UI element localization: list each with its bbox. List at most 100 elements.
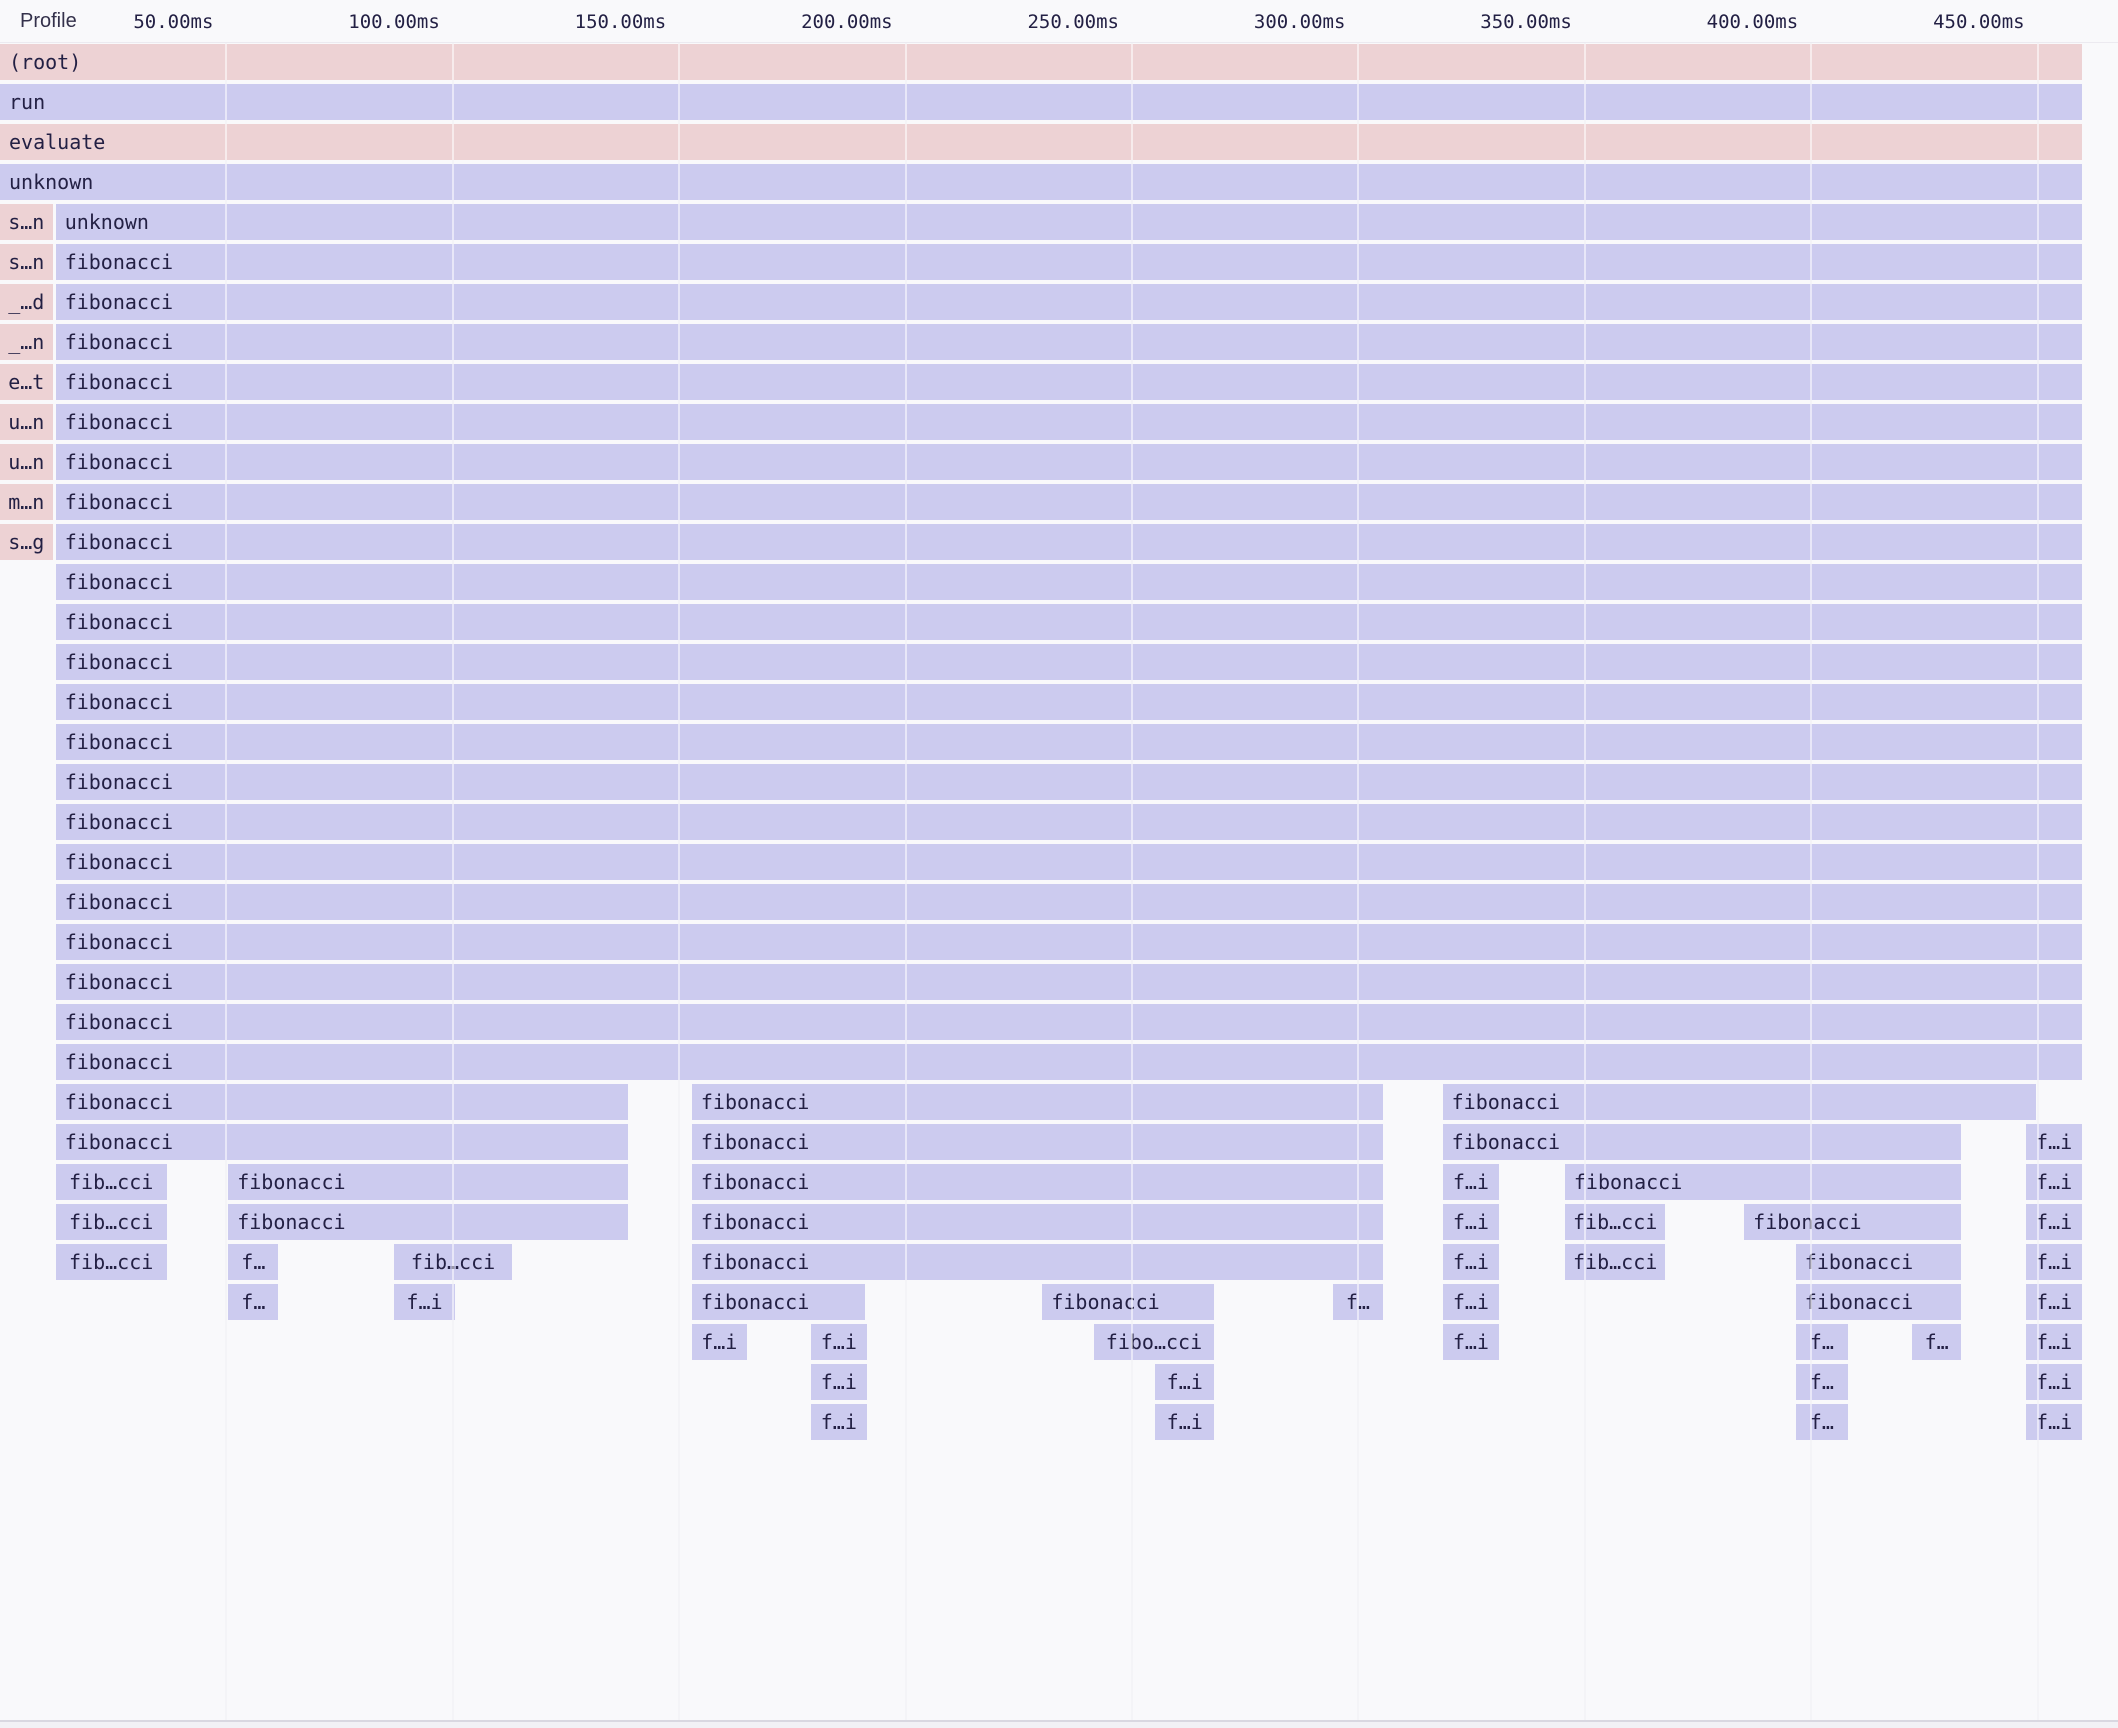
time-tick-label: 200.00ms (801, 0, 893, 42)
flame-frame[interactable]: evaluate (0, 124, 2082, 160)
flame-frame[interactable]: f…i (1155, 1364, 1214, 1400)
time-gridline-overlay (1584, 42, 1586, 1722)
flame-frame[interactable]: fibonacci (56, 964, 2083, 1000)
time-gridline-overlay (2037, 42, 2039, 1722)
flame-frame[interactable]: fibonacci (56, 564, 2083, 600)
flame-frame[interactable]: f…i (692, 1324, 747, 1360)
flame-frame[interactable]: fibonacci (56, 364, 2083, 400)
flame-frame[interactable]: fibonacci (56, 244, 2083, 280)
flame-frame[interactable]: fibonacci (692, 1084, 1383, 1120)
flame-frame[interactable]: f…i (811, 1364, 867, 1400)
flame-frame[interactable]: f…i (1443, 1324, 1500, 1360)
flame-frame[interactable]: fibonacci (56, 404, 2083, 440)
time-gridline-overlay (452, 42, 454, 1722)
flame-frame[interactable]: fibonacci (56, 444, 2083, 480)
flame-frame[interactable]: _…d (0, 284, 53, 320)
flame-frame[interactable]: f…i (1155, 1404, 1214, 1440)
flame-frame[interactable]: m…n (0, 484, 53, 520)
flame-frame[interactable]: f…i (2026, 1204, 2083, 1240)
flame-frame[interactable]: f…i (2026, 1164, 2083, 1200)
flame-frame[interactable]: f…i (1443, 1244, 1500, 1280)
flame-frame[interactable]: fibonacci (56, 1084, 629, 1120)
flame-frame[interactable]: fibonacci (692, 1244, 1383, 1280)
toolbar: Profile 50.00ms100.00ms150.00ms200.00ms2… (0, 0, 2118, 43)
flame-frame[interactable]: f…i (2026, 1284, 2083, 1320)
tab-profile[interactable]: Profile (20, 0, 77, 42)
flame-frame[interactable]: fibonacci (1042, 1284, 1214, 1320)
flame-frame[interactable]: unknown (0, 164, 2082, 200)
flame-frame[interactable]: fib…cci (56, 1204, 167, 1240)
flame-frame[interactable]: f…i (1443, 1204, 1500, 1240)
flame-frame[interactable]: fibonacci (1443, 1124, 1961, 1160)
flame-frame[interactable]: f… (1796, 1324, 1848, 1360)
flame-frame[interactable]: fibonacci (56, 844, 2083, 880)
flame-frame[interactable]: f…i (394, 1284, 455, 1320)
flame-frame[interactable]: u…n (0, 404, 53, 440)
time-tick-label: 300.00ms (1254, 0, 1346, 42)
flame-frame[interactable]: (root) (0, 44, 2082, 80)
time-tick-label: 450.00ms (1933, 0, 2025, 42)
flame-frame[interactable]: f… (1912, 1324, 1961, 1360)
flame-frame[interactable]: fibonacci (56, 324, 2083, 360)
flame-frame[interactable]: fib…cci (56, 1244, 167, 1280)
flame-frame[interactable]: fibonacci (56, 1004, 2083, 1040)
flame-frame[interactable]: f…i (2026, 1404, 2083, 1440)
flame-frame[interactable]: e…t (0, 364, 53, 400)
flame-frame[interactable]: fibo…cci (1094, 1324, 1215, 1360)
flame-frame[interactable]: s…n (0, 244, 53, 280)
flame-frame[interactable]: fibonacci (56, 644, 2083, 680)
flame-frame[interactable]: run (0, 84, 2082, 120)
flame-frame[interactable]: unknown (56, 204, 2083, 240)
flame-frame[interactable]: f… (1796, 1364, 1848, 1400)
time-gridline-overlay (1357, 42, 1359, 1722)
flame-frame[interactable]: f…i (2026, 1324, 2083, 1360)
time-gridline-overlay (905, 42, 907, 1722)
flame-frame[interactable]: fibonacci (692, 1284, 865, 1320)
bottom-divider (0, 1720, 2118, 1728)
flame-frame[interactable]: fib…cci (1565, 1204, 1666, 1240)
time-gridline-overlay (1131, 42, 1133, 1722)
flame-frame[interactable]: fibonacci (56, 484, 2083, 520)
flame-frame[interactable]: fibonacci (56, 1124, 629, 1160)
flame-frame[interactable]: fibonacci (56, 924, 2083, 960)
flame-frame[interactable]: fibonacci (692, 1164, 1383, 1200)
flame-frame[interactable]: fibonacci (1565, 1164, 1961, 1200)
flame-frame[interactable]: fibonacci (56, 284, 2083, 320)
flame-frame[interactable]: fibonacci (1796, 1244, 1961, 1280)
flame-frame[interactable]: f… (1796, 1404, 1848, 1440)
flame-frame[interactable]: fibonacci (692, 1124, 1383, 1160)
flame-frame[interactable]: fibonacci (56, 684, 2083, 720)
flame-frame[interactable]: fibonacci (692, 1204, 1383, 1240)
flame-frame[interactable]: fibonacci (56, 524, 2083, 560)
flame-frame[interactable]: fib…cci (56, 1164, 167, 1200)
flame-frame[interactable]: fibonacci (1744, 1204, 1961, 1240)
time-tick-label: 100.00ms (348, 0, 440, 42)
flame-frame[interactable]: u…n (0, 444, 53, 480)
time-tick-label: 350.00ms (1480, 0, 1572, 42)
flame-frame[interactable]: s…g (0, 524, 53, 560)
flame-frame[interactable]: f…i (2026, 1124, 2083, 1160)
flame-frame[interactable]: f… (228, 1284, 278, 1320)
flame-frame[interactable]: _…n (0, 324, 53, 360)
flame-frame[interactable]: fibonacci (56, 764, 2083, 800)
flame-frame[interactable]: f…i (2026, 1364, 2083, 1400)
flame-frame[interactable]: fibonacci (56, 604, 2083, 640)
flame-frame[interactable]: fibonacci (56, 724, 2083, 760)
flame-frame[interactable]: f…i (1443, 1164, 1500, 1200)
time-tick-label: 250.00ms (1027, 0, 1119, 42)
flame-frame[interactable]: f…i (811, 1404, 867, 1440)
flame-frame[interactable]: fibonacci (56, 884, 2083, 920)
flame-frame[interactable]: f… (228, 1244, 278, 1280)
flame-frame[interactable]: fibonacci (56, 804, 2083, 840)
flame-frame[interactable]: f…i (1443, 1284, 1500, 1320)
time-gridline-overlay (225, 42, 227, 1722)
flame-frame[interactable]: fibonacci (228, 1204, 628, 1240)
flame-frame[interactable]: f…i (2026, 1244, 2083, 1280)
flame-frame[interactable]: fib…cci (1565, 1244, 1666, 1280)
flame-frame[interactable]: f…i (811, 1324, 867, 1360)
flame-frame[interactable]: s…n (0, 204, 53, 240)
flame-frame[interactable]: fibonacci (56, 1044, 2083, 1080)
flame-frame[interactable]: fibonacci (1443, 1084, 2036, 1120)
flame-frame[interactable]: fibonacci (228, 1164, 628, 1200)
flame-frame[interactable]: fibonacci (1796, 1284, 1961, 1320)
